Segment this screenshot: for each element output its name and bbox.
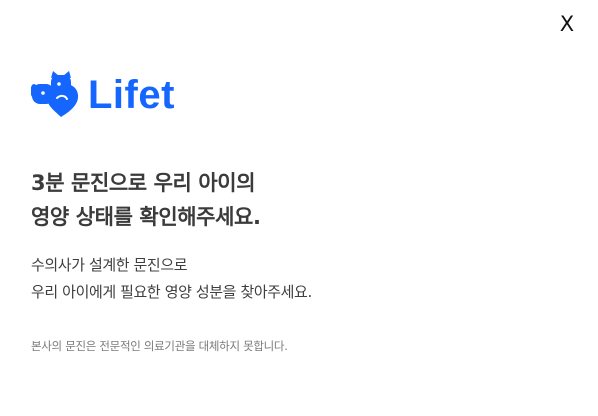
dog-cat-logo-icon: [31, 71, 79, 117]
close-button[interactable]: X: [556, 12, 578, 36]
description-line-2: 우리 아이에게 필요한 영양 성분을 찾아주세요.: [31, 283, 312, 301]
description: 수의사가 설계한 문진으로 우리 아이에게 필요한 영양 성분을 찾아주세요.: [31, 252, 312, 306]
brand-name: Lifet: [88, 73, 175, 117]
headline-line-1: 3분 문진으로 우리 아이의: [31, 171, 256, 195]
headline-line-2: 영양 상태를 확인해주세요.: [31, 205, 261, 229]
headline: 3분 문진으로 우리 아이의 영양 상태를 확인해주세요.: [31, 166, 261, 234]
intro-dialog: X Lifet 3분 문진으로 우리 아이의 영양 상태를 확인해주세요. 수의: [0, 0, 598, 416]
description-line-1: 수의사가 설계한 문진으로: [31, 256, 188, 274]
brand-logo: Lifet: [31, 71, 175, 119]
disclaimer-text: 본사의 문진은 전문적인 의료기관을 대체하지 못합니다.: [31, 339, 288, 353]
